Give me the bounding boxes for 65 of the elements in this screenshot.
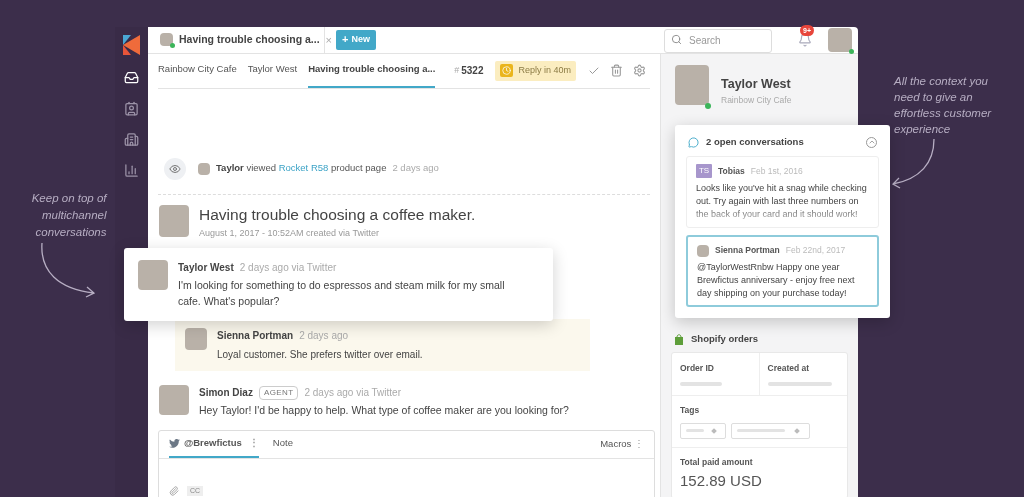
customer-name: Taylor West xyxy=(721,75,792,93)
tab-title: Having trouble choosing a... xyxy=(179,31,320,47)
settings-icon[interactable] xyxy=(633,64,646,77)
avatar xyxy=(185,328,207,350)
message-time: 2 days ago via Twitter xyxy=(304,386,401,400)
conversation-meta: August 1, 2017 - 10:52AM created via Twitter xyxy=(199,226,380,240)
search-icon xyxy=(671,34,682,45)
avatar xyxy=(159,385,189,415)
initials-avatar: TS xyxy=(696,164,712,179)
conversation-title: Having trouble choosing a coffee maker. xyxy=(199,204,476,225)
search-field[interactable]: Search xyxy=(664,28,772,53)
field-label: Total paid amount xyxy=(680,455,754,469)
user-avatar xyxy=(828,27,852,52)
logo-icon xyxy=(123,35,140,55)
activity-text: Taylor viewed Rocket R58 product page xyxy=(216,161,387,176)
attachment-icon[interactable] xyxy=(169,485,179,496)
breadcrumb-tab[interactable]: Taylor West xyxy=(247,53,298,88)
macros-menu[interactable]: Macros ⋮ xyxy=(600,437,644,452)
channel-tab[interactable]: Note xyxy=(272,431,293,458)
author-name: Taylor West xyxy=(178,260,234,275)
annotation-text: All the context you need to give an effortless customer experience xyxy=(894,74,993,137)
author-name: Simon Diaz xyxy=(199,386,253,400)
preview-text: Looks like you've hit a snag while checking out. Try again with last three numbers on the back of your card and it should work! xyxy=(696,182,868,222)
field-label: Tags xyxy=(680,404,701,417)
avatar xyxy=(697,244,709,257)
author-name: Sienna Portman xyxy=(217,329,294,343)
field-label: Order ID xyxy=(680,362,715,375)
conversation-date: Feb 1st, 2016 xyxy=(750,164,803,178)
tag-chip xyxy=(680,422,726,439)
avatar xyxy=(198,162,210,175)
message-time: 2 days ago xyxy=(299,329,349,343)
customer-company: Rainbow City Cafe xyxy=(721,94,792,107)
clock-icon xyxy=(500,64,514,77)
eye-icon xyxy=(164,157,186,180)
chat-icon xyxy=(688,136,699,148)
message-text: Hey Taylor! I'd be happy to help. What type of coffee maker are you looking for? xyxy=(199,403,569,418)
bird-icon xyxy=(169,439,180,448)
note-text: Loyal customer. She prefers twitter over email. xyxy=(217,348,423,362)
field-label: Created at xyxy=(767,362,811,375)
avatar xyxy=(159,204,189,237)
shopping-bag-icon xyxy=(674,333,684,345)
avatar xyxy=(160,33,173,47)
shopify-title: Shopify orders xyxy=(691,332,759,346)
breadcrumb-tab[interactable]: Having trouble choosing a... xyxy=(308,53,436,88)
avatar xyxy=(675,64,709,105)
message-time: 2 days ago via Twitter xyxy=(239,260,337,275)
avatar xyxy=(138,259,168,290)
total-amount: 152.89 USD xyxy=(680,470,763,491)
activity-time: 2 days ago xyxy=(392,161,439,176)
author-name: Tobias xyxy=(718,164,745,178)
ticket-number: 5322 xyxy=(461,64,484,78)
role-tag: AGENT xyxy=(258,385,299,400)
ticket-hash: # xyxy=(454,63,460,77)
message-text: I'm looking for something to do espressos and steam milk for my small cafe. What's popular? xyxy=(178,277,506,309)
conversation-date: Feb 22nd, 2017 xyxy=(785,244,846,257)
conversation-preview[interactable]: Sienna Portman Feb 22nd, 2017 @TaylorWestRnbw Happy one year Brewfictus anniversary - enjoy free next day shipping on your purchase today! xyxy=(686,235,879,308)
trash-icon[interactable] xyxy=(610,64,623,77)
breadcrumb-tab[interactable]: Rainbow City Cafe xyxy=(158,53,237,88)
conversation-preview[interactable]: TS Tobias Feb 1st, 2016 Looks like you've hit a snag while checking out. Try again with last three numbers on the back of your card and it should work! xyxy=(686,156,879,229)
open-conversations-title: 2 open conversations xyxy=(706,135,804,149)
annotation-text: Keep on top of multichannel conversations xyxy=(30,191,107,240)
preview-text: @TaylorWestRnbw Happy one year Brewfictus anniversary - enjoy free next day shipping on your purchase today! xyxy=(697,261,856,300)
sla-text: Reply in 40m xyxy=(518,63,571,77)
author-name: Sienna Portman xyxy=(715,244,780,257)
channel-tab[interactable]: @Brewfictus ⋮ xyxy=(169,431,259,458)
